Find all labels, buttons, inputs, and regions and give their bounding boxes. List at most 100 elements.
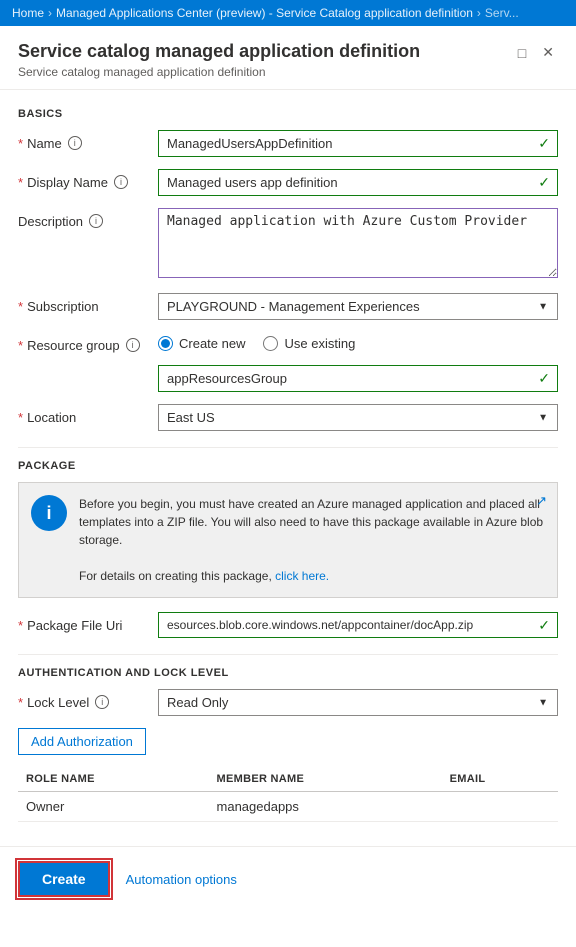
package-uri-label-text: Package File Uri — [27, 618, 122, 633]
basics-section-label: BASICS — [18, 108, 558, 120]
lock-level-row: * Lock Level i Read Only ▼ — [18, 689, 558, 716]
resource-group-input-wrapper: ✓ — [158, 365, 558, 392]
location-row: * Location East US ▼ — [18, 404, 558, 431]
resource-group-info-icon[interactable]: i — [126, 338, 140, 352]
auth-row-0-member: managedapps — [209, 792, 442, 822]
lock-level-required: * — [18, 695, 23, 710]
display-name-field: ✓ — [158, 169, 558, 196]
package-uri-checkmark: ✓ — [538, 617, 550, 634]
location-select[interactable]: East US — [158, 404, 558, 431]
lock-level-select[interactable]: Read Only — [158, 689, 558, 716]
subscription-required: * — [18, 299, 23, 314]
lock-level-label: * Lock Level i — [18, 689, 158, 710]
info-box-text-1: Before you begin, you must have created … — [79, 497, 543, 547]
breadcrumb-sep-2: › — [477, 6, 481, 20]
name-info-icon[interactable]: i — [68, 136, 82, 150]
description-field: Managed application with Azure Custom Pr… — [158, 208, 558, 281]
auth-table-header: ROLE NAME MEMBER NAME EMAIL — [18, 767, 558, 792]
auth-table-body: Owner managedapps — [18, 792, 558, 822]
create-button[interactable]: Create — [18, 861, 110, 897]
lock-level-select-wrapper: Read Only ▼ — [158, 689, 558, 716]
breadcrumb-current: Serv... — [485, 6, 519, 20]
breadcrumb-managed-apps[interactable]: Managed Applications Center (preview) - … — [56, 6, 473, 20]
name-field: ✓ — [158, 130, 558, 157]
info-box-text-2-prefix: For details on creating this package, — [79, 569, 275, 583]
display-name-input-wrapper: ✓ — [158, 169, 558, 196]
col-email: EMAIL — [442, 767, 558, 792]
resource-group-value-row: ✓ — [158, 365, 558, 392]
resource-group-existing-radio[interactable] — [263, 336, 278, 351]
resource-group-radio-group: Create new Use existing — [158, 332, 558, 351]
name-checkmark: ✓ — [538, 135, 550, 152]
auth-table-header-row: ROLE NAME MEMBER NAME EMAIL — [18, 767, 558, 792]
package-uri-required: * — [18, 618, 23, 633]
resource-group-input[interactable] — [158, 365, 558, 392]
display-name-input[interactable] — [158, 169, 558, 196]
subscription-select[interactable]: PLAYGROUND - Management Experiences — [158, 293, 558, 320]
description-input[interactable]: Managed application with Azure Custom Pr… — [158, 208, 558, 278]
resource-group-existing-option[interactable]: Use existing — [263, 336, 355, 351]
breadcrumb-sep-1: › — [48, 6, 52, 20]
name-label: * Name i — [18, 130, 158, 151]
info-box-link[interactable]: click here. — [275, 569, 329, 583]
package-uri-field: ✓ — [158, 612, 558, 638]
resource-group-create-label: Create new — [179, 336, 245, 351]
lock-level-field: Read Only ▼ — [158, 689, 558, 716]
resource-group-create-option[interactable]: Create new — [158, 336, 245, 351]
external-link-icon[interactable]: ↗ — [536, 493, 547, 509]
description-label-text: Description — [18, 214, 83, 229]
resource-group-label-text: Resource group — [27, 338, 120, 353]
auth-divider — [18, 654, 558, 655]
subscription-label-text: Subscription — [27, 299, 99, 314]
location-required: * — [18, 410, 23, 425]
display-name-info-icon[interactable]: i — [114, 175, 128, 189]
resource-group-create-radio[interactable] — [158, 336, 173, 351]
lock-level-label-text: Lock Level — [27, 695, 89, 710]
location-field: East US ▼ — [158, 404, 558, 431]
name-label-text: Name — [27, 136, 62, 151]
auth-row-0-role: Owner — [18, 792, 209, 822]
display-name-label: * Display Name i — [18, 169, 158, 190]
display-name-row: * Display Name i ✓ — [18, 169, 558, 196]
resource-group-existing-label: Use existing — [284, 336, 355, 351]
name-row: * Name i ✓ — [18, 130, 558, 157]
authorization-table: ROLE NAME MEMBER NAME EMAIL Owner manage… — [18, 767, 558, 822]
subscription-label: * Subscription — [18, 293, 158, 314]
auth-section-label: AUTHENTICATION AND LOCK LEVEL — [18, 667, 558, 679]
close-button[interactable]: ✕ — [538, 42, 558, 63]
header-actions: □ ✕ — [514, 42, 558, 63]
name-required: * — [18, 136, 23, 151]
package-uri-input[interactable] — [158, 612, 558, 638]
page-header: Service catalog managed application defi… — [0, 26, 576, 90]
subscription-select-wrapper: PLAYGROUND - Management Experiences ▼ — [158, 293, 558, 320]
auth-row-0-email — [442, 792, 558, 822]
main-content: BASICS * Name i ✓ * Display Name i ✓ — [0, 90, 576, 836]
col-member-name: MEMBER NAME — [209, 767, 442, 792]
resource-group-row: * Resource group i Create new Use existi… — [18, 332, 558, 353]
subscription-row: * Subscription PLAYGROUND - Management E… — [18, 293, 558, 320]
package-divider — [18, 447, 558, 448]
display-name-required: * — [18, 175, 23, 190]
package-uri-label: * Package File Uri — [18, 612, 158, 633]
name-input[interactable] — [158, 130, 558, 157]
maximize-button[interactable]: □ — [514, 42, 530, 63]
automation-options-link[interactable]: Automation options — [126, 872, 237, 887]
lock-level-info-icon[interactable]: i — [95, 695, 109, 709]
info-box-icon: i — [31, 495, 67, 531]
page-title: Service catalog managed application defi… — [18, 40, 420, 63]
location-label-text: Location — [27, 410, 76, 425]
location-select-wrapper: East US ▼ — [158, 404, 558, 431]
description-row: Description i Managed application with A… — [18, 208, 558, 281]
name-input-wrapper: ✓ — [158, 130, 558, 157]
description-info-icon[interactable]: i — [89, 214, 103, 228]
page-subtitle: Service catalog managed application defi… — [18, 65, 420, 79]
package-info-box: i Before you begin, you must have create… — [18, 482, 558, 598]
location-label: * Location — [18, 404, 158, 425]
display-name-checkmark: ✓ — [538, 174, 550, 191]
package-section-label: PACKAGE — [18, 460, 558, 472]
resource-group-required: * — [18, 338, 23, 353]
breadcrumb-home[interactable]: Home — [12, 6, 44, 20]
subscription-field: PLAYGROUND - Management Experiences ▼ — [158, 293, 558, 320]
add-authorization-button[interactable]: Add Authorization — [18, 728, 146, 755]
breadcrumb: Home › Managed Applications Center (prev… — [0, 0, 576, 26]
